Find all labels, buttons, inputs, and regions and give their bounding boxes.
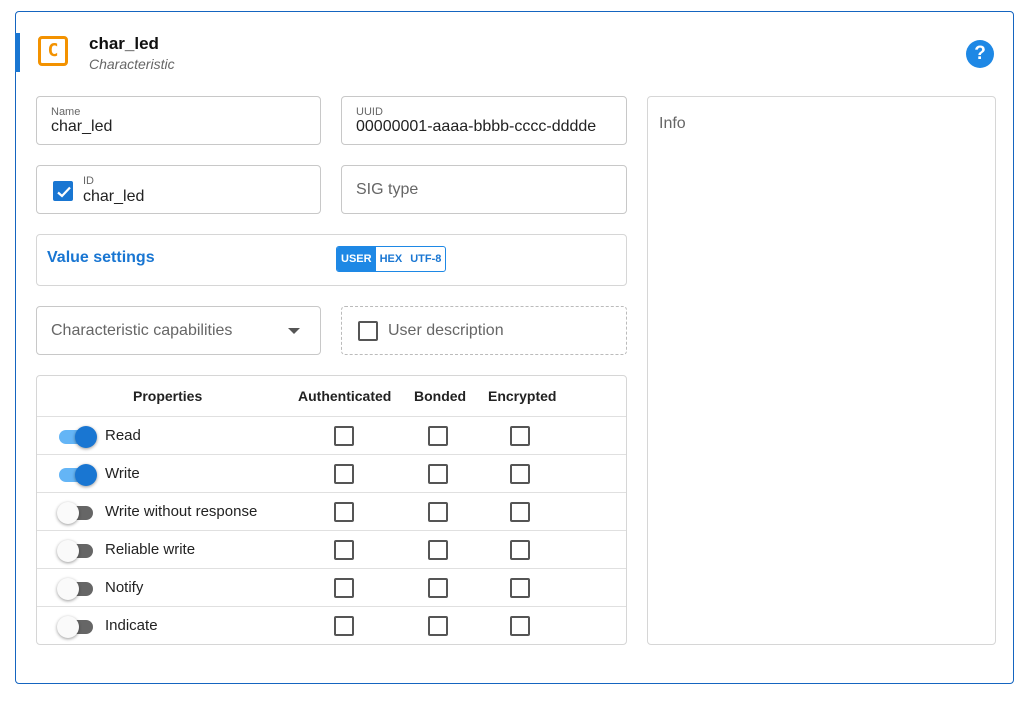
reliable-write-encrypted-checkbox[interactable]	[510, 540, 530, 560]
selection-accent-bar	[15, 33, 20, 72]
table-row: Reliable write	[37, 530, 626, 569]
reliable-write-toggle[interactable]	[57, 540, 95, 562]
read-toggle[interactable]	[57, 426, 97, 448]
write-without-response-toggle[interactable]	[57, 502, 95, 524]
read-authenticated-checkbox[interactable]	[334, 426, 354, 446]
value-settings-panel: Value settings USER HEX UTF-8	[36, 234, 627, 286]
page-title: char_led	[89, 34, 159, 53]
read-bonded-checkbox[interactable]	[428, 426, 448, 446]
wwr-bonded-checkbox[interactable]	[428, 502, 448, 522]
write-authenticated-checkbox[interactable]	[334, 464, 354, 484]
table-row: Write	[37, 454, 626, 493]
row-label: Reliable write	[105, 541, 196, 558]
write-toggle[interactable]	[57, 464, 97, 486]
user-description-label: User description	[388, 322, 504, 339]
row-label: Indicate	[105, 617, 158, 634]
help-icon[interactable]: ?	[966, 40, 994, 68]
value-settings-label: Value settings	[47, 249, 155, 266]
write-bonded-checkbox[interactable]	[428, 464, 448, 484]
user-description-field[interactable]: User description	[341, 306, 627, 355]
id-checkbox[interactable]	[53, 181, 73, 201]
info-label: Info	[659, 115, 686, 132]
row-label: Notify	[105, 579, 144, 596]
characteristic-icon: C	[38, 36, 68, 66]
user-description-checkbox[interactable]	[358, 321, 378, 341]
reliable-write-authenticated-checkbox[interactable]	[334, 540, 354, 560]
format-hex-button[interactable]: HEX	[376, 247, 407, 271]
format-utf8-button[interactable]: UTF-8	[406, 247, 445, 271]
indicate-authenticated-checkbox[interactable]	[334, 616, 354, 636]
header-properties: Properties	[133, 388, 203, 404]
properties-table: Properties Authenticated Bonded Encrypte…	[36, 375, 627, 645]
id-field-label: ID	[83, 175, 94, 187]
uuid-field-label: UUID	[356, 106, 383, 118]
table-row: Write without response	[37, 492, 626, 531]
id-field[interactable]: ID char_led	[36, 165, 321, 214]
write-encrypted-checkbox[interactable]	[510, 464, 530, 484]
read-encrypted-checkbox[interactable]	[510, 426, 530, 446]
header-authenticated: Authenticated	[298, 388, 392, 404]
id-field-value[interactable]: char_led	[83, 188, 144, 206]
row-label: Read	[105, 427, 141, 444]
notify-toggle[interactable]	[57, 578, 95, 600]
table-row: Read	[37, 416, 626, 455]
uuid-field-value[interactable]: 00000001-aaaa-bbbb-cccc-dddde	[356, 118, 615, 136]
reliable-write-bonded-checkbox[interactable]	[428, 540, 448, 560]
name-field[interactable]: Name char_led	[36, 96, 321, 145]
chevron-down-icon	[288, 328, 300, 334]
value-format-toggle[interactable]: USER HEX UTF-8	[336, 246, 447, 272]
page-subtitle: Characteristic	[89, 56, 175, 72]
notify-bonded-checkbox[interactable]	[428, 578, 448, 598]
sig-type-placeholder: SIG type	[356, 181, 419, 198]
wwr-authenticated-checkbox[interactable]	[334, 502, 354, 522]
indicate-bonded-checkbox[interactable]	[428, 616, 448, 636]
name-field-label: Name	[51, 106, 81, 118]
name-field-value[interactable]: char_led	[51, 118, 112, 136]
table-row: Indicate	[37, 606, 626, 645]
format-user-button[interactable]: USER	[337, 247, 376, 271]
sig-type-field[interactable]: SIG type	[341, 165, 627, 214]
row-label: Write	[105, 465, 140, 482]
notify-authenticated-checkbox[interactable]	[334, 578, 354, 598]
notify-encrypted-checkbox[interactable]	[510, 578, 530, 598]
indicate-toggle[interactable]	[57, 616, 95, 638]
header-encrypted: Encrypted	[488, 388, 557, 404]
header-bonded: Bonded	[414, 388, 467, 404]
wwr-encrypted-checkbox[interactable]	[510, 502, 530, 522]
indicate-encrypted-checkbox[interactable]	[510, 616, 530, 636]
row-label: Write without response	[105, 503, 258, 520]
capabilities-placeholder: Characteristic capabilities	[51, 322, 233, 339]
table-row: Notify	[37, 568, 626, 607]
capabilities-dropdown[interactable]: Characteristic capabilities	[36, 306, 321, 355]
info-panel: Info	[647, 96, 996, 645]
uuid-field[interactable]: UUID 00000001-aaaa-bbbb-cccc-dddde	[341, 96, 627, 145]
check-icon	[57, 186, 71, 198]
